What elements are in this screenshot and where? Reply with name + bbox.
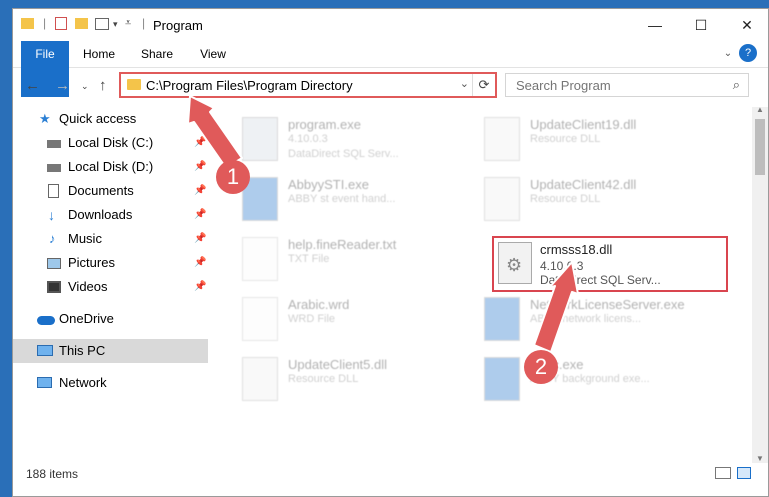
arrow-to-address-bar (187, 95, 243, 169)
step-badge-2: 2 (524, 350, 558, 384)
step-badge-1: 1 (216, 160, 250, 194)
annotation-overlay (187, 95, 579, 353)
arrow-to-crmsss18 (533, 261, 579, 353)
